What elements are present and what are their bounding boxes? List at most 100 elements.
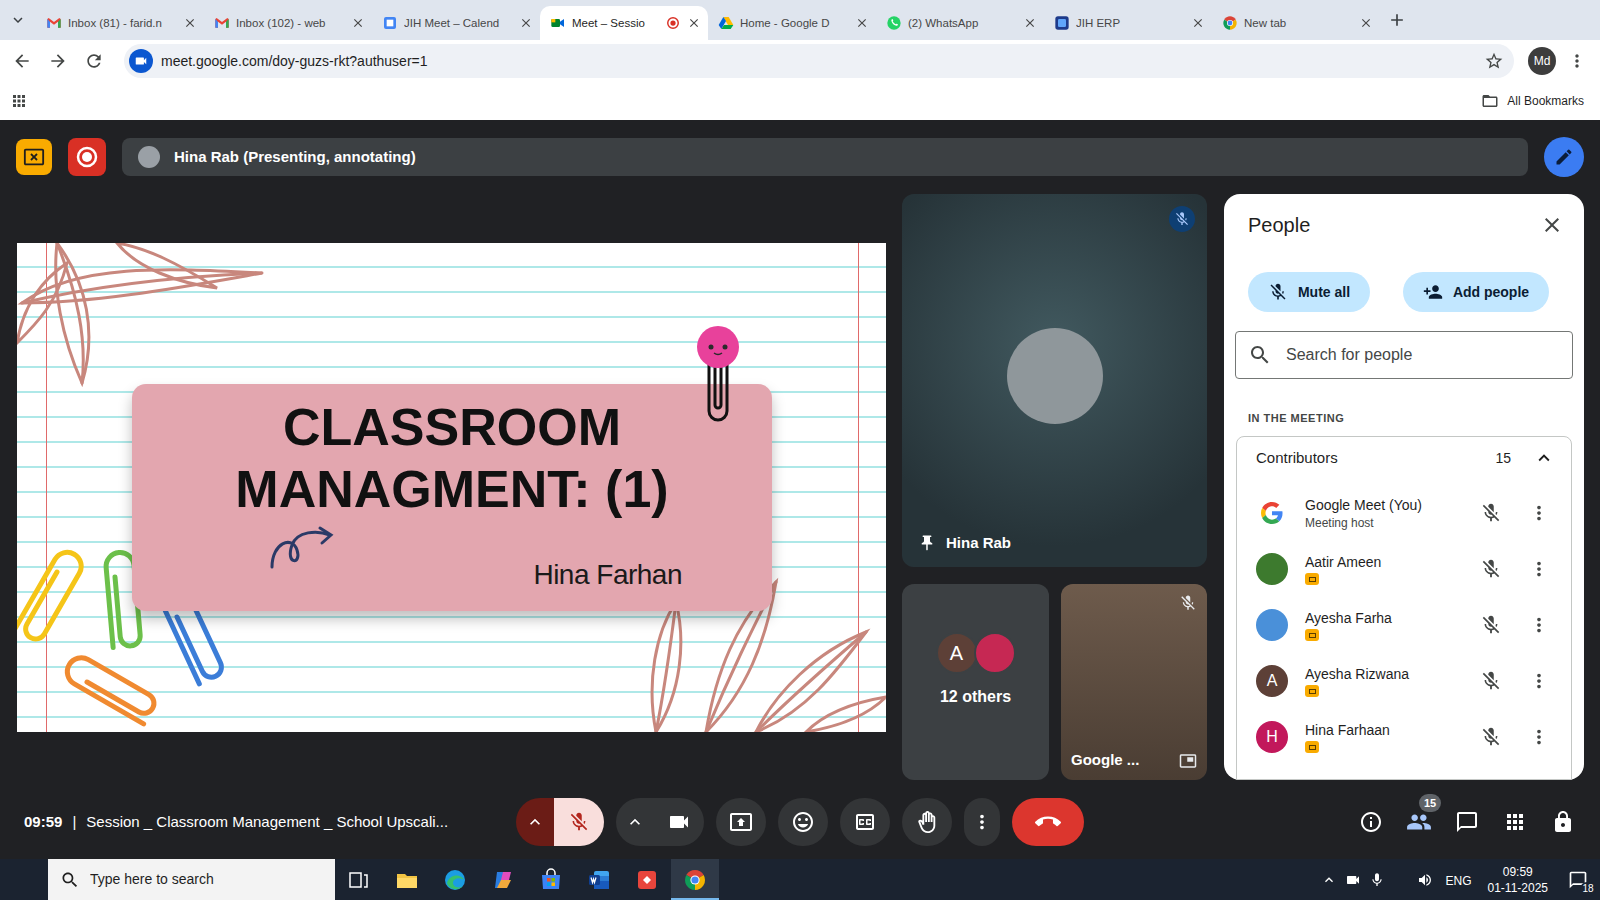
close-tab-button[interactable]: [182, 15, 198, 31]
participant-name: Google Meet (You): [1305, 496, 1480, 514]
tab-search-button[interactable]: [0, 0, 36, 40]
close-tab-button[interactable]: [854, 15, 870, 31]
close-panel-button[interactable]: [1540, 213, 1564, 237]
tab-strip: Inbox (81) - farid.nInbox (102) - webJIH…: [0, 0, 1600, 40]
close-tab-button[interactable]: [1358, 15, 1374, 31]
address-bar[interactable]: meet.google.com/doy-guzs-rkt?authuser=1: [124, 44, 1514, 78]
raise-hand-button[interactable]: [902, 798, 952, 846]
camera-button[interactable]: [654, 798, 704, 846]
taskbar-app[interactable]: [575, 859, 623, 900]
participant-row[interactable]: HHina Farhaan: [1237, 709, 1571, 765]
stop-presenting-button[interactable]: [16, 139, 52, 175]
more-options-button[interactable]: [1528, 614, 1550, 636]
leave-call-button[interactable]: [1012, 798, 1084, 846]
group-header[interactable]: Contributors15: [1237, 437, 1571, 479]
chat-button[interactable]: [1443, 798, 1491, 846]
participant-row[interactable]: Aatir Ameen: [1237, 541, 1571, 597]
new-tab-button[interactable]: [1380, 0, 1414, 40]
more-options-button[interactable]: [964, 798, 1000, 846]
mute-button[interactable]: [1480, 670, 1502, 692]
notification-count: 18: [1580, 882, 1596, 896]
meeting-info-button[interactable]: [1347, 798, 1395, 846]
captions-button[interactable]: [840, 798, 890, 846]
people-button[interactable]: 15: [1395, 798, 1443, 846]
volume-button[interactable]: [1413, 872, 1437, 888]
more-options-button[interactable]: [1528, 502, 1550, 524]
mute-button[interactable]: [1480, 502, 1502, 524]
browser-tab[interactable]: JIH ERP: [1044, 6, 1212, 40]
mute-button[interactable]: [1480, 558, 1502, 580]
mute-all-button[interactable]: Mute all: [1248, 272, 1370, 312]
browser-tab[interactable]: Home - Google D: [708, 6, 876, 40]
taskbar-app[interactable]: [671, 859, 719, 900]
host-controls-button[interactable]: [1539, 798, 1587, 846]
tray-overflow-button[interactable]: [1317, 872, 1341, 888]
video-options-button[interactable]: [616, 798, 654, 846]
minimize-button[interactable]: [1462, 0, 1508, 40]
add-people-button[interactable]: Add people: [1403, 272, 1549, 312]
participant-row[interactable]: AAyesha Rizwana: [1237, 653, 1571, 709]
taskbar-app[interactable]: [431, 859, 479, 900]
taskbar-app[interactable]: [479, 859, 527, 900]
others-label: 12 others: [940, 686, 1011, 708]
close-tab-button[interactable]: [686, 15, 702, 31]
more-options-button[interactable]: [1528, 558, 1550, 580]
taskbar-app[interactable]: [623, 859, 671, 900]
more-options-button[interactable]: [1528, 726, 1550, 748]
search-input[interactable]: [90, 869, 335, 890]
close-window-button[interactable]: [1554, 0, 1600, 40]
browser-tab[interactable]: Meet – Sessio: [540, 6, 708, 40]
more-options-button[interactable]: [1528, 670, 1550, 692]
close-tab-button[interactable]: [1190, 15, 1206, 31]
self-tile: Google ...: [1061, 584, 1207, 780]
participant-row[interactable]: Google Meet (You)Meeting host: [1237, 485, 1571, 541]
start-button[interactable]: [0, 859, 48, 900]
clock[interactable]: 09:5901-11-2025: [1480, 864, 1557, 896]
back-button[interactable]: [4, 43, 40, 79]
browser-tab[interactable]: Inbox (102) - web: [204, 6, 372, 40]
mute-button[interactable]: [1480, 726, 1502, 748]
close-tab-button[interactable]: [1022, 15, 1038, 31]
browser-menu-button[interactable]: [1562, 46, 1592, 76]
mic-button[interactable]: [554, 798, 604, 846]
recording-button[interactable]: [68, 138, 106, 176]
browser-tab[interactable]: Inbox (81) - farid.n: [36, 6, 204, 40]
activities-button[interactable]: [1491, 798, 1539, 846]
close-tab-button[interactable]: [518, 15, 534, 31]
search-input[interactable]: [1286, 343, 1560, 367]
browser-tab[interactable]: JIH Meet – Calend: [372, 6, 540, 40]
restore-button[interactable]: [1508, 0, 1554, 40]
presenter-avatar: [138, 146, 160, 168]
browser-tab[interactable]: (2) WhatsApp: [876, 6, 1044, 40]
site-info-button[interactable]: [129, 49, 153, 73]
audio-options-button[interactable]: [516, 798, 554, 846]
apps-button[interactable]: [10, 92, 28, 110]
profile-button[interactable]: Md: [1528, 47, 1556, 75]
forward-button[interactable]: [40, 43, 76, 79]
taskbar-app[interactable]: [527, 859, 575, 900]
pin-button[interactable]: [918, 534, 936, 552]
taskbar-app[interactable]: [335, 859, 383, 900]
collapse-toggle[interactable]: [1533, 447, 1555, 469]
close-tab-button[interactable]: [350, 15, 366, 31]
annotate-button[interactable]: [1544, 137, 1584, 177]
others-tile[interactable]: A12 others: [902, 584, 1049, 780]
language-button[interactable]: ENG: [1437, 868, 1479, 892]
notifications-button[interactable]: 18: [1556, 859, 1600, 900]
kebab-icon: [1528, 502, 1550, 524]
bookmark-star-button[interactable]: [1484, 51, 1504, 71]
url-text[interactable]: meet.google.com/doy-guzs-rkt?authuser=1: [161, 52, 428, 70]
reload-button[interactable]: [76, 43, 112, 79]
edge-icon: [443, 868, 467, 892]
participant-row[interactable]: Ayesha Farha: [1237, 597, 1571, 653]
present-button[interactable]: [716, 798, 766, 846]
reactions-button[interactable]: [778, 798, 828, 846]
pip-button[interactable]: [1179, 752, 1197, 770]
mute-button[interactable]: [1480, 614, 1502, 636]
tab-favicon: [1054, 15, 1070, 31]
taskbar-app[interactable]: [383, 859, 431, 900]
browser-tab[interactable]: New tab: [1212, 6, 1380, 40]
all-bookmarks-button[interactable]: All Bookmarks: [1481, 92, 1584, 110]
people-panel: PeopleMute allAdd peopleIN THE MEETINGCo…: [1224, 194, 1584, 780]
pin-icon: [918, 534, 936, 552]
